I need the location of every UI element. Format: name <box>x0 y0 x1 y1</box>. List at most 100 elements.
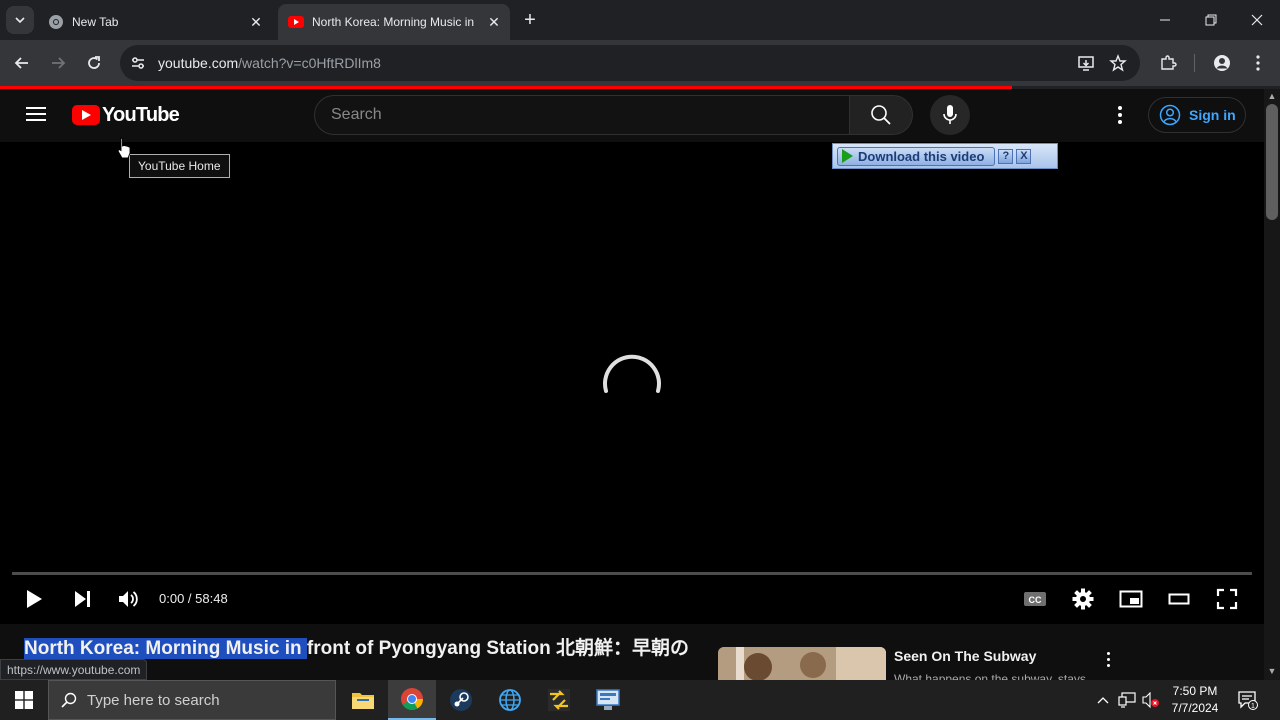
profile-icon <box>1214 55 1230 71</box>
restore-button[interactable] <box>1188 0 1234 40</box>
arrow-left-icon <box>14 57 28 69</box>
scroll-down-arrow[interactable]: ▼ <box>1264 664 1280 678</box>
scrollbar-thumb[interactable] <box>1266 104 1278 220</box>
close-icon[interactable]: ✕ <box>484 12 504 32</box>
reload-button[interactable] <box>80 49 108 77</box>
window-close-button[interactable] <box>1234 0 1280 40</box>
star-icon <box>1109 54 1127 72</box>
close-icon <box>1251 14 1263 26</box>
profile-button[interactable] <box>1208 49 1236 77</box>
youtube-home-tooltip: YouTube Home <box>129 154 230 178</box>
tab-youtube-video[interactable]: North Korea: Morning Music in ✕ <box>278 4 510 40</box>
taskbar-search-placeholder: Type here to search <box>87 691 220 709</box>
taskbar-arrows-app[interactable] <box>535 680 583 720</box>
sign-in-button[interactable]: Sign in <box>1148 97 1246 133</box>
youtube-logo[interactable]: YouTube <box>72 103 180 127</box>
search-button[interactable] <box>849 95 913 135</box>
network-icon <box>1118 692 1136 708</box>
thumbnail-image <box>718 647 886 680</box>
transfer-arrows-icon <box>548 689 570 711</box>
puzzle-icon <box>1161 55 1177 70</box>
time-display: 0:00 / 58:48 <box>159 591 228 606</box>
scroll-up-arrow[interactable]: ▲ <box>1264 89 1280 103</box>
bookmark-button[interactable] <box>1104 49 1132 77</box>
tab-new-tab[interactable]: New Tab ✕ <box>38 4 272 40</box>
next-button[interactable] <box>68 585 96 613</box>
recommended-video-menu[interactable] <box>1100 649 1116 669</box>
search-input[interactable] <box>331 106 849 124</box>
play-triangle-icon <box>842 149 853 163</box>
selected-title-text: North Korea: Morning Music in <box>24 638 307 659</box>
install-icon <box>1078 56 1094 71</box>
subtitles-button[interactable]: CC <box>1021 585 1049 613</box>
search-box[interactable] <box>314 95 850 135</box>
volume-icon <box>119 591 138 607</box>
browser-menu-button[interactable] <box>1244 49 1272 77</box>
back-button[interactable] <box>8 49 36 77</box>
settings-button[interactable] <box>1069 585 1097 613</box>
chevron-down-icon <box>15 17 25 24</box>
start-button[interactable] <box>0 680 48 720</box>
fullscreen-button[interactable] <box>1213 585 1241 613</box>
taskbar-network-app[interactable] <box>486 680 534 720</box>
gear-icon <box>1072 588 1094 610</box>
globe-icon <box>499 689 521 711</box>
network-tray-button[interactable] <box>1117 688 1137 712</box>
notification-icon: 1 <box>1238 691 1258 710</box>
hand-cursor-icon <box>117 137 131 159</box>
link-status-bubble: https://www.youtube.com <box>0 659 148 680</box>
mute-button[interactable] <box>115 585 143 613</box>
minimize-button[interactable] <box>1142 0 1188 40</box>
miniplayer-button[interactable] <box>1117 585 1145 613</box>
install-app-button[interactable] <box>1072 49 1100 77</box>
download-video-button[interactable]: Download this video <box>837 146 996 166</box>
taskbar-search-box[interactable]: Type here to search <box>48 680 336 720</box>
guide-menu-button[interactable] <box>24 103 48 127</box>
toolbar-divider <box>1194 54 1195 72</box>
fullscreen-icon <box>1216 588 1238 610</box>
notification-center-button[interactable]: 1 <box>1236 688 1260 712</box>
forward-button[interactable] <box>44 49 72 77</box>
recommended-video-title[interactable]: Seen On The Subway <box>894 648 1036 664</box>
address-bar[interactable]: youtube.com/watch?v=c0HftRDlIm8 <box>120 45 1140 81</box>
site-settings-icon[interactable] <box>126 51 150 75</box>
windows-logo-icon <box>15 691 33 709</box>
video-progress-bar[interactable] <box>12 572 1252 575</box>
close-icon[interactable]: ✕ <box>246 12 266 32</box>
arrow-right-icon <box>52 57 66 69</box>
taskbar-remote-desktop[interactable] <box>584 680 632 720</box>
chrome-icon <box>48 14 64 30</box>
search-icon <box>871 105 891 125</box>
tab-title: North Korea: Morning Music in <box>312 15 475 29</box>
monitor-icon <box>596 689 620 710</box>
taskbar-file-explorer[interactable] <box>339 680 387 720</box>
taskbar-clock[interactable]: 7:50 PM 7/7/2024 <box>1164 683 1226 717</box>
taskbar-steam[interactable] <box>437 680 485 720</box>
sign-in-label: Sign in <box>1189 107 1236 123</box>
volume-tray-button[interactable] <box>1141 688 1161 712</box>
tab-search-button[interactable] <box>6 6 34 34</box>
settings-menu-button[interactable] <box>1110 103 1130 127</box>
skip-next-icon <box>75 591 90 607</box>
svg-text:1: 1 <box>1251 703 1255 710</box>
theater-mode-button[interactable] <box>1165 585 1193 613</box>
tab-title: New Tab <box>72 15 119 29</box>
browser-toolbar: youtube.com/watch?v=c0HftRDlIm8 <box>0 40 1280 86</box>
download-help-button[interactable]: ? <box>998 148 1014 164</box>
speaker-muted-icon <box>1142 692 1159 708</box>
download-close-button[interactable]: X <box>1016 148 1032 164</box>
chevron-up-icon <box>1097 697 1109 704</box>
more-vertical-icon <box>1256 55 1260 71</box>
extensions-button[interactable] <box>1154 49 1182 77</box>
logo-text: YouTube <box>102 103 180 126</box>
chrome-icon <box>401 688 423 710</box>
recommended-video-thumbnail[interactable] <box>718 647 886 680</box>
taskbar-chrome[interactable] <box>388 680 436 720</box>
account-circle-icon <box>1159 104 1181 126</box>
show-hidden-icons-button[interactable] <box>1094 688 1112 712</box>
miniplayer-icon <box>1119 590 1143 608</box>
voice-search-button[interactable] <box>930 95 970 135</box>
play-button[interactable] <box>20 585 48 613</box>
reload-icon <box>88 56 100 69</box>
new-tab-button[interactable]: + <box>518 8 542 32</box>
